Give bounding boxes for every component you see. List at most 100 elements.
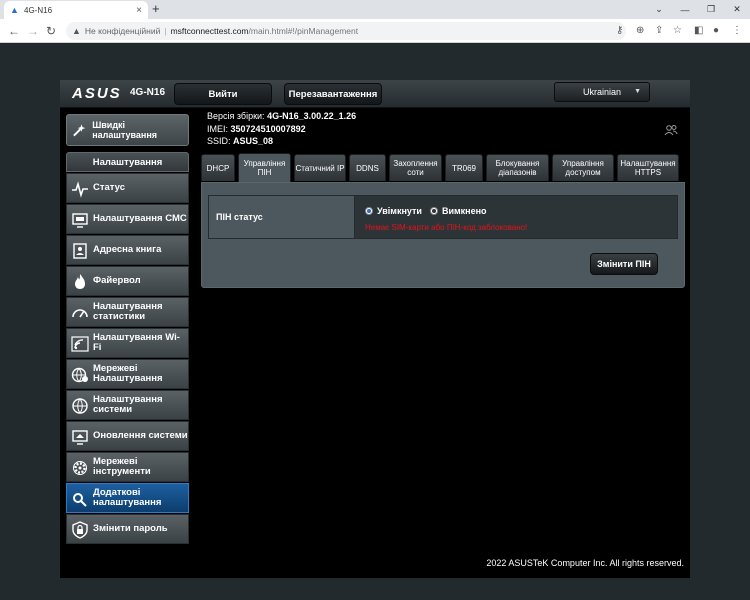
address-book-icon: [73, 243, 87, 259]
change-pin-button[interactable]: Змінити ПІН: [590, 253, 658, 275]
pin-panel: ПІН статус Увімкнути Вимкнено Немає SIM-…: [201, 182, 685, 288]
sidebar-item-advanced-settings[interactable]: Додаткові налаштування: [66, 483, 189, 513]
pin-enable-radio[interactable]: [365, 207, 373, 215]
sidebar-item-label: Налаштування системи: [93, 394, 163, 415]
sidebar: Налаштування Статус Налаштування СМС Адр…: [66, 152, 189, 572]
url-path: /main.html#!/pinManagement: [248, 26, 359, 36]
tab-bar: DHCP Управління ПІН Статичний IP DDNS За…: [201, 153, 685, 182]
fire-icon: [75, 274, 85, 289]
pin-status-row: ПІН статус Увімкнути Вимкнено Немає SIM-…: [208, 195, 678, 239]
pin-status-label: ПІН статус: [209, 196, 355, 238]
sms-monitor-icon: [72, 213, 88, 228]
key-icon[interactable]: ⚷: [616, 24, 623, 38]
sidebar-item-label: Додаткові налаштування: [93, 487, 162, 508]
warning-icon[interactable]: ▲: [72, 26, 81, 36]
tab-search-icon[interactable]: ⌄: [646, 0, 672, 19]
sidebar-item-label: Файервол: [93, 275, 141, 286]
share-icon[interactable]: ⇪: [655, 24, 663, 38]
sidebar-item-network-settings[interactable]: Мережеві Налаштування: [66, 359, 189, 389]
users-icon[interactable]: [664, 124, 678, 136]
sidebar-item-system-settings[interactable]: Налаштування системи: [66, 390, 189, 420]
tab-band-lock[interactable]: Блокування діапазонів: [486, 154, 549, 181]
bookmark-star-icon[interactable]: ☆: [673, 24, 682, 38]
gear-icon: [73, 461, 87, 475]
sidebar-item-label: Налаштування СМС: [93, 213, 187, 224]
window-controls: ⌄ — ❐ ✕: [646, 0, 750, 19]
tab-dhcp[interactable]: DHCP: [201, 154, 235, 181]
chevron-down-icon: ▼: [634, 88, 641, 95]
asus-favicon-icon: ▲: [10, 4, 19, 15]
sidebar-item-label: Оновлення системи: [93, 430, 188, 441]
sidebar-item-statistics[interactable]: Налаштування статистики: [66, 297, 189, 327]
tab-cell-lock[interactable]: Захоплення соти: [389, 154, 442, 181]
tab-https-settings[interactable]: Налаштування HTTPS: [617, 154, 679, 181]
maximize-icon[interactable]: ❐: [698, 0, 724, 19]
browser-tab[interactable]: ▲ 4G-N16 ×: [4, 1, 148, 19]
router-body: Швидкі налаштування Версія збірки: 4G-N1…: [60, 108, 690, 578]
language-value: Ukrainian: [583, 87, 622, 97]
firmware-label: Версія збірки:: [207, 111, 265, 121]
wand-icon: [73, 124, 86, 137]
close-tab-icon[interactable]: ×: [136, 5, 142, 16]
url-separator: |: [164, 26, 167, 36]
imei-value: 350724510007892: [230, 123, 306, 134]
tab-access-control[interactable]: Управління доступом: [552, 154, 614, 181]
browser-tab-title: 4G-N16: [24, 5, 53, 15]
device-info: Версія збірки: 4G-N16_3.00.22_1.26 IMEI:…: [207, 110, 356, 148]
url-field[interactable]: ▲ Не конфіденційний | msftconnecttest.co…: [66, 22, 626, 40]
sidebar-item-label: Налаштування статистики: [93, 301, 163, 322]
tab-tr069[interactable]: TR069: [445, 154, 483, 181]
footer-copyright: 2022 ASUSTeK Computer Inc. All rights re…: [486, 558, 684, 568]
minimize-icon[interactable]: —: [672, 0, 698, 19]
router-page: ASUS 4G-N16 Вийти Перезавантаження Ukrai…: [60, 80, 690, 578]
pin-disable-radio[interactable]: [429, 207, 438, 215]
quick-setup-button[interactable]: Швидкі налаштування: [66, 114, 189, 146]
language-select[interactable]: Ukrainian ▼: [554, 82, 650, 102]
side-panel-icon[interactable]: ◧: [694, 24, 703, 38]
sidebar-item-network-tools[interactable]: Мережеві інструменти: [66, 452, 189, 482]
firmware-value: 4G-N16_3.00.22_1.26: [267, 111, 357, 121]
wifi-icon: [71, 336, 89, 352]
ssid-value: ASUS_08: [233, 136, 274, 146]
sidebar-item-sms[interactable]: Налаштування СМС: [66, 204, 189, 234]
sidebar-item-label: Налаштування Wi-Fi: [93, 332, 180, 353]
back-icon[interactable]: ←: [8, 23, 20, 39]
quick-setup-label: Швидкі налаштування: [92, 120, 158, 140]
monitor-update-icon: [72, 430, 88, 445]
menu-kebab-icon[interactable]: ⋮: [732, 24, 742, 38]
globe-gear-icon: [71, 367, 88, 383]
new-tab-button[interactable]: +: [152, 2, 160, 16]
reboot-button[interactable]: Перезавантаження: [284, 83, 382, 105]
browser-tab-strip: ▲ 4G-N16 × + ⌄ — ❐ ✕: [0, 0, 750, 19]
shield-lock-icon: [72, 521, 88, 539]
address-bar: ← → ↻ ▲ Не конфіденційний | msftconnectt…: [0, 19, 750, 43]
sidebar-item-label: Мережеві інструменти: [93, 456, 151, 477]
sim-error-message: Немає SIM-карти або ПІН-код заблоковано!: [365, 223, 528, 232]
reload-icon[interactable]: ↻: [46, 23, 56, 39]
logout-button[interactable]: Вийти: [174, 83, 272, 105]
security-label[interactable]: Не конфіденційний: [85, 26, 160, 36]
tab-ddns[interactable]: DDNS: [349, 154, 386, 181]
profile-icon[interactable]: ●: [713, 24, 719, 38]
pin-disable-label[interactable]: Вимкнено: [442, 206, 487, 216]
model-name: 4G-N16: [130, 87, 166, 98]
sidebar-item-wifi[interactable]: Налаштування Wi-Fi: [66, 328, 189, 358]
router-header: ASUS 4G-N16 Вийти Перезавантаження Ukrai…: [60, 80, 690, 108]
sidebar-item-system-update[interactable]: Оновлення системи: [66, 421, 189, 451]
sidebar-title: Налаштування: [66, 152, 189, 172]
sidebar-item-change-password[interactable]: Змінити пароль: [66, 514, 189, 544]
sidebar-item-firewall[interactable]: Файервол: [66, 266, 189, 296]
zoom-icon[interactable]: ⊕: [636, 24, 644, 38]
sidebar-item-label: Адресна книга: [93, 244, 162, 255]
pulse-icon: [72, 181, 88, 198]
tab-static-ip[interactable]: Статичний IP: [294, 154, 346, 181]
advanced-settings-icon: [73, 493, 87, 507]
pin-enable-label[interactable]: Увімкнути: [377, 206, 422, 216]
tab-pin-management[interactable]: Управління ПІН: [238, 153, 291, 182]
url-host: msftconnecttest.com: [170, 26, 249, 36]
forward-icon[interactable]: →: [27, 23, 39, 39]
sidebar-item-status[interactable]: Статус: [66, 173, 189, 203]
sidebar-item-address-book[interactable]: Адресна книга: [66, 235, 189, 265]
asus-logo: ASUS: [72, 85, 122, 102]
close-window-icon[interactable]: ✕: [724, 0, 750, 19]
